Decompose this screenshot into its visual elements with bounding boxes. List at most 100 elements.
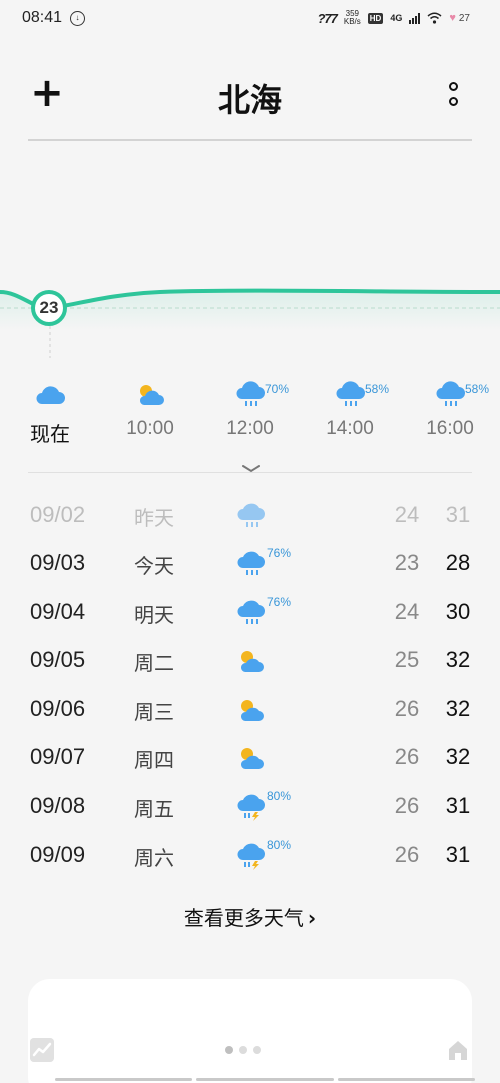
wifi-icon [427,12,442,24]
battery-icon: ♥ [449,12,456,24]
daily-high: 28 [445,550,471,575]
daily-row[interactable]: 09/08 周五 80% 26 31 [0,783,500,831]
thunderstorm-icon [237,843,265,870]
network-speed: 359 KB/s [344,10,361,26]
partly-cloudy-icon [240,748,264,769]
daily-low: 23 [394,550,420,575]
notification-badge-icon: ↓ [70,11,85,26]
daily-precip: 80% [267,838,292,852]
weather-app: 08:41 ↓ ?77 359 KB/s HD 4G ♥ 27 + 北海 23 … [0,0,500,1083]
daily-date: 09/07 [30,744,86,769]
daily-date: 09/05 [30,647,86,672]
header-divider [28,139,472,141]
carrier-logo: ?77 [317,10,337,26]
hd-icon: HD [367,12,384,24]
rain-icon [237,503,265,527]
gesture-bar [55,1078,475,1081]
daily-row[interactable]: 09/02 昨天 24 31 [0,492,500,540]
daily-day: 周六 [134,846,174,870]
daily-day: 明天 [134,603,174,627]
daily-row[interactable]: 09/06 周三 26 32 [0,686,500,734]
daily-low: 26 [394,842,420,867]
rain-icon [237,600,265,624]
daily-high: 30 [445,599,471,624]
more-weather-link[interactable]: 查看更多天气 › [0,902,500,931]
daily-low: 26 [394,744,420,769]
status-indicators: ?77 359 KB/s HD 4G ♥ 27 [317,8,470,28]
daily-high: 31 [445,502,471,527]
rain-icon [237,551,265,575]
daily-date: 09/02 [30,502,86,527]
partly-cloudy-icon [240,651,264,672]
hourly-precip: 58% [465,382,490,396]
city-title: 北海 [217,81,282,119]
daily-day: 周四 [134,748,174,772]
chevron-right-icon: › [307,906,317,930]
daily-day: 昨天 [134,506,174,530]
daily-day: 周二 [134,651,174,675]
more-options-icon[interactable] [445,82,461,114]
battery-indicator: ♥ 27 [449,12,470,24]
hourly-precip: 70% [265,382,290,396]
daily-low: 26 [394,696,420,721]
daily-precip: 76% [267,546,292,560]
daily-precip: 76% [267,595,292,609]
daily-date: 09/09 [30,842,86,867]
daily-high: 32 [445,696,471,721]
network-speed-unit: KB/s [343,17,361,26]
trend-chart-icon[interactable] [30,1038,54,1062]
bottom-nav [0,1030,500,1083]
hourly-item[interactable]: 58% 14:00 [300,378,400,448]
cloudy-icon [36,386,65,404]
hourly-item[interactable]: 10:00 [100,378,200,448]
rain-icon [236,381,265,406]
battery-level: 27 [458,12,470,24]
hourly-item[interactable]: 58% 16:00 [400,378,500,448]
daily-date: 09/06 [30,696,86,721]
hourly-forecast[interactable]: 现在 10:00 70% 12:00 58% 14:00 58% 16:00 [0,378,500,448]
daily-date: 09/03 [30,550,86,575]
daily-high: 31 [445,793,471,818]
daily-low: 26 [394,793,420,818]
home-icon[interactable] [446,1038,470,1062]
hourly-time: 14:00 [326,418,374,439]
daily-row[interactable]: 09/04 明天 76% 24 30 [0,589,500,637]
hourly-item[interactable]: 现在 [0,378,100,448]
daily-low: 25 [394,647,420,672]
rain-icon [436,381,465,406]
hourly-precip: 58% [365,382,390,396]
daily-high: 32 [445,744,471,769]
rain-icon [336,381,365,406]
thunderstorm-icon [237,794,265,821]
hourly-time: 12:00 [226,418,274,439]
daily-high: 31 [445,842,471,867]
hourly-time: 10:00 [126,418,174,439]
hourly-time: 16:00 [426,418,474,439]
daily-date: 09/04 [30,599,86,624]
chevron-down-icon[interactable] [240,463,262,475]
status-time: 08:41 [22,9,63,26]
daily-row[interactable]: 09/09 周六 80% 26 31 [0,832,500,880]
daily-day: 今天 [134,554,174,578]
daily-low: 24 [394,599,420,624]
hourly-item[interactable]: 70% 12:00 [200,378,300,448]
daily-day: 周五 [134,797,174,821]
daily-row[interactable]: 09/07 周四 26 32 [0,734,500,782]
temperature-curve [0,288,500,358]
daily-day: 周三 [134,700,174,724]
current-temp-marker: 23 [31,290,67,326]
partly-cloudy-icon [139,385,164,405]
daily-precip: 80% [267,789,292,803]
daily-row[interactable]: 09/05 周二 25 32 [0,637,500,685]
daily-low: 24 [394,502,420,527]
hourly-time: 现在 [30,422,70,446]
status-bar: 08:41 ↓ ?77 359 KB/s HD 4G ♥ 27 [0,0,500,36]
more-weather-label: 查看更多天气 [183,906,304,930]
daily-row[interactable]: 09/03 今天 76% 23 28 [0,540,500,588]
page-indicator [225,1046,261,1054]
signal-icon [409,12,421,24]
network-type: 4G [390,13,403,23]
partly-cloudy-icon [240,700,264,721]
daily-high: 32 [445,647,471,672]
daily-date: 09/08 [30,793,86,818]
